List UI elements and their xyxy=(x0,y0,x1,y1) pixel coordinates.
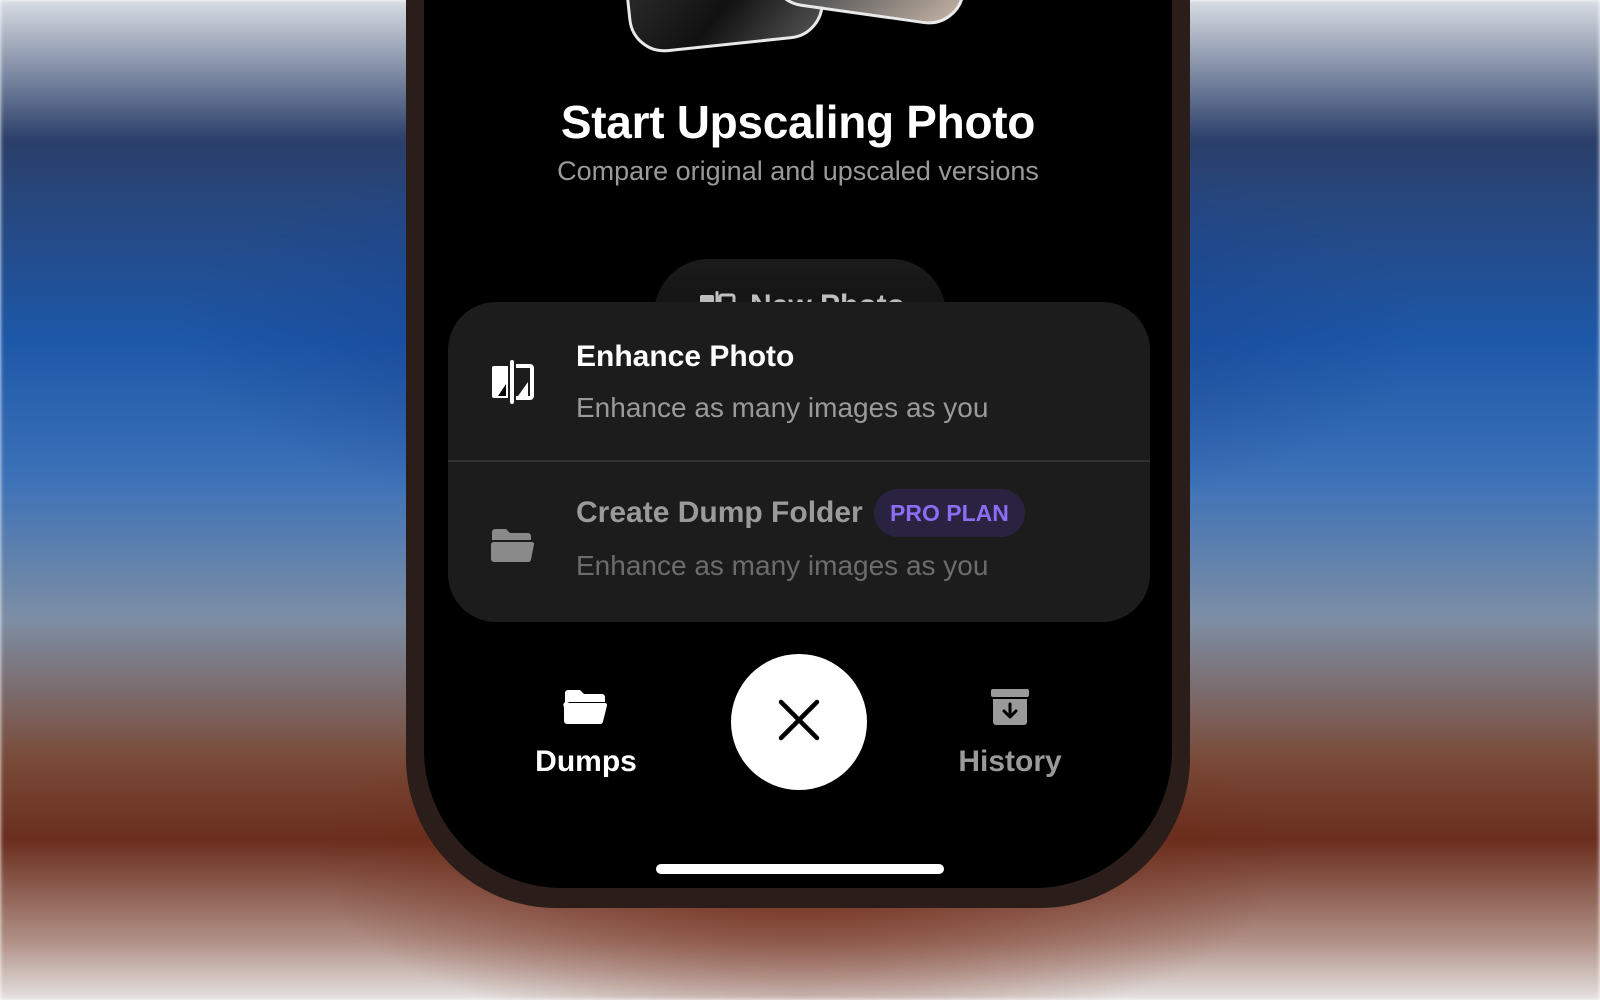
compare-icon xyxy=(490,358,534,406)
tab-dumps[interactable]: Dumps xyxy=(506,687,666,779)
page-subtitle: Compare original and upscaled versions xyxy=(557,156,1039,186)
enhance-photo-option[interactable]: Enhance Photo Enhance as many images as … xyxy=(448,302,1150,462)
folder-icon xyxy=(490,520,535,568)
close-button[interactable] xyxy=(731,654,867,790)
tab-history[interactable]: History xyxy=(930,687,1090,779)
folder-open-icon xyxy=(506,687,666,727)
original-photo-thumbnail xyxy=(616,0,828,56)
create-dump-folder-option[interactable]: Create Dump Folder PRO PLAN Enhance as m… xyxy=(448,462,1150,620)
enhance-photo-title: Enhance Photo xyxy=(576,340,795,373)
close-icon xyxy=(777,698,821,747)
archive-download-icon xyxy=(930,687,1090,727)
phone-screen: Start Upscaling Photo Compare original a… xyxy=(424,0,1172,888)
tab-dumps-label: Dumps xyxy=(535,745,637,778)
hero-photo-stack xyxy=(616,0,984,56)
page-title: Start Upscaling Photo xyxy=(560,96,1036,148)
enhance-photo-description: Enhance as many images as you xyxy=(576,392,989,423)
home-indicator xyxy=(656,864,944,874)
action-sheet: Enhance Photo Enhance as many images as … xyxy=(448,302,1150,622)
tab-history-label: History xyxy=(958,745,1062,778)
pro-plan-badge: PRO PLAN xyxy=(874,489,1025,537)
create-dump-folder-title: Create Dump Folder xyxy=(576,496,863,529)
create-dump-folder-description: Enhance as many images as you xyxy=(576,550,989,581)
